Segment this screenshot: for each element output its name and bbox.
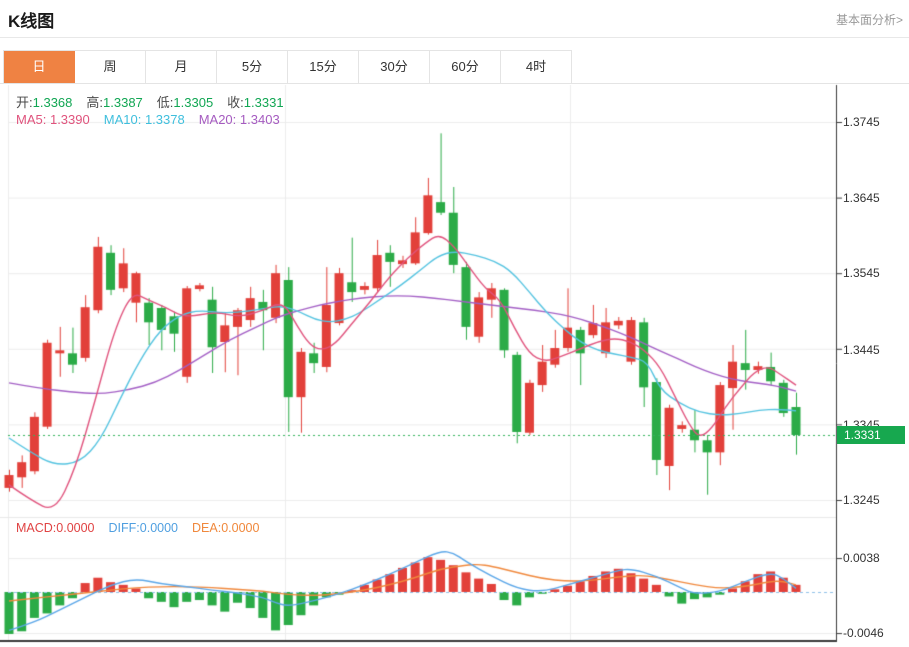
ma10-value: 1.3378: [144, 112, 185, 127]
tab-4hour[interactable]: 4时: [501, 51, 572, 83]
tab-month[interactable]: 月: [146, 51, 217, 83]
open-value: 1.3368: [32, 95, 73, 110]
close-value: 1.3331: [243, 95, 284, 110]
dea-value: 0.0000: [221, 521, 260, 535]
dea-label: DEA:: [192, 521, 222, 535]
ma20-label: MA20:: [198, 112, 237, 127]
tab-30min[interactable]: 30分: [359, 51, 430, 83]
diff-value: 0.0000: [139, 521, 178, 535]
tabbar-bottom-border: [0, 83, 909, 84]
page-title: K线图: [8, 12, 55, 31]
price-tick-1: 1.3745: [843, 115, 880, 129]
tab-60min[interactable]: 60分: [430, 51, 501, 83]
fundamental-analysis-link[interactable]: 基本面分析>: [836, 11, 903, 28]
diff-label: DIFF:: [108, 521, 140, 535]
low-value: 1.3305: [173, 95, 214, 110]
open-label: 开:: [16, 95, 33, 110]
tab-5min[interactable]: 5分: [217, 51, 288, 83]
macd-tick-top: 0.0038: [843, 551, 880, 565]
macd-tick-bottom: -0.0046: [843, 626, 884, 640]
close-label: 收:: [227, 95, 244, 110]
current-price-badge: 1.3331: [837, 426, 905, 444]
ma5-label: MA5:: [16, 112, 47, 127]
ma-legend: MA5: 1.3390 MA10: 1.3378 MA20: 1.3403: [16, 112, 294, 127]
high-label: 高:: [86, 95, 104, 110]
ohlc-legend: 开:1.3368 高:1.3387 低:1.3305 收:1.3331: [16, 92, 298, 111]
price-tick-4: 1.3445: [843, 343, 880, 357]
low-label: 低:: [156, 95, 174, 110]
macd-legend: MACD:0.0000 DIFF:0.0000 DEA:0.0000: [16, 521, 273, 535]
title-divider: [0, 37, 909, 38]
macd-label: MACD:: [16, 521, 57, 535]
price-tick-6: 1.3245: [843, 493, 880, 507]
tab-week[interactable]: 周: [75, 51, 146, 83]
high-value: 1.3387: [103, 95, 143, 110]
period-tabbar: 日 周 月 5分 15分 30分 60分 4时: [3, 50, 572, 83]
ma10-label: MA10:: [103, 112, 142, 127]
price-tick-3: 1.3545: [843, 266, 880, 280]
ma20-value: 1.3403: [239, 112, 280, 127]
macd-value: 0.0000: [56, 521, 95, 535]
tab-15min[interactable]: 15分: [288, 51, 359, 83]
ma5-value: 1.3390: [49, 112, 90, 127]
kline-app: K线图 基本面分析> 日 周 月 5分 15分 30分 60分 4时 开:1.3…: [0, 0, 909, 647]
tab-day[interactable]: 日: [4, 51, 75, 83]
price-tick-2: 1.3645: [843, 191, 880, 205]
